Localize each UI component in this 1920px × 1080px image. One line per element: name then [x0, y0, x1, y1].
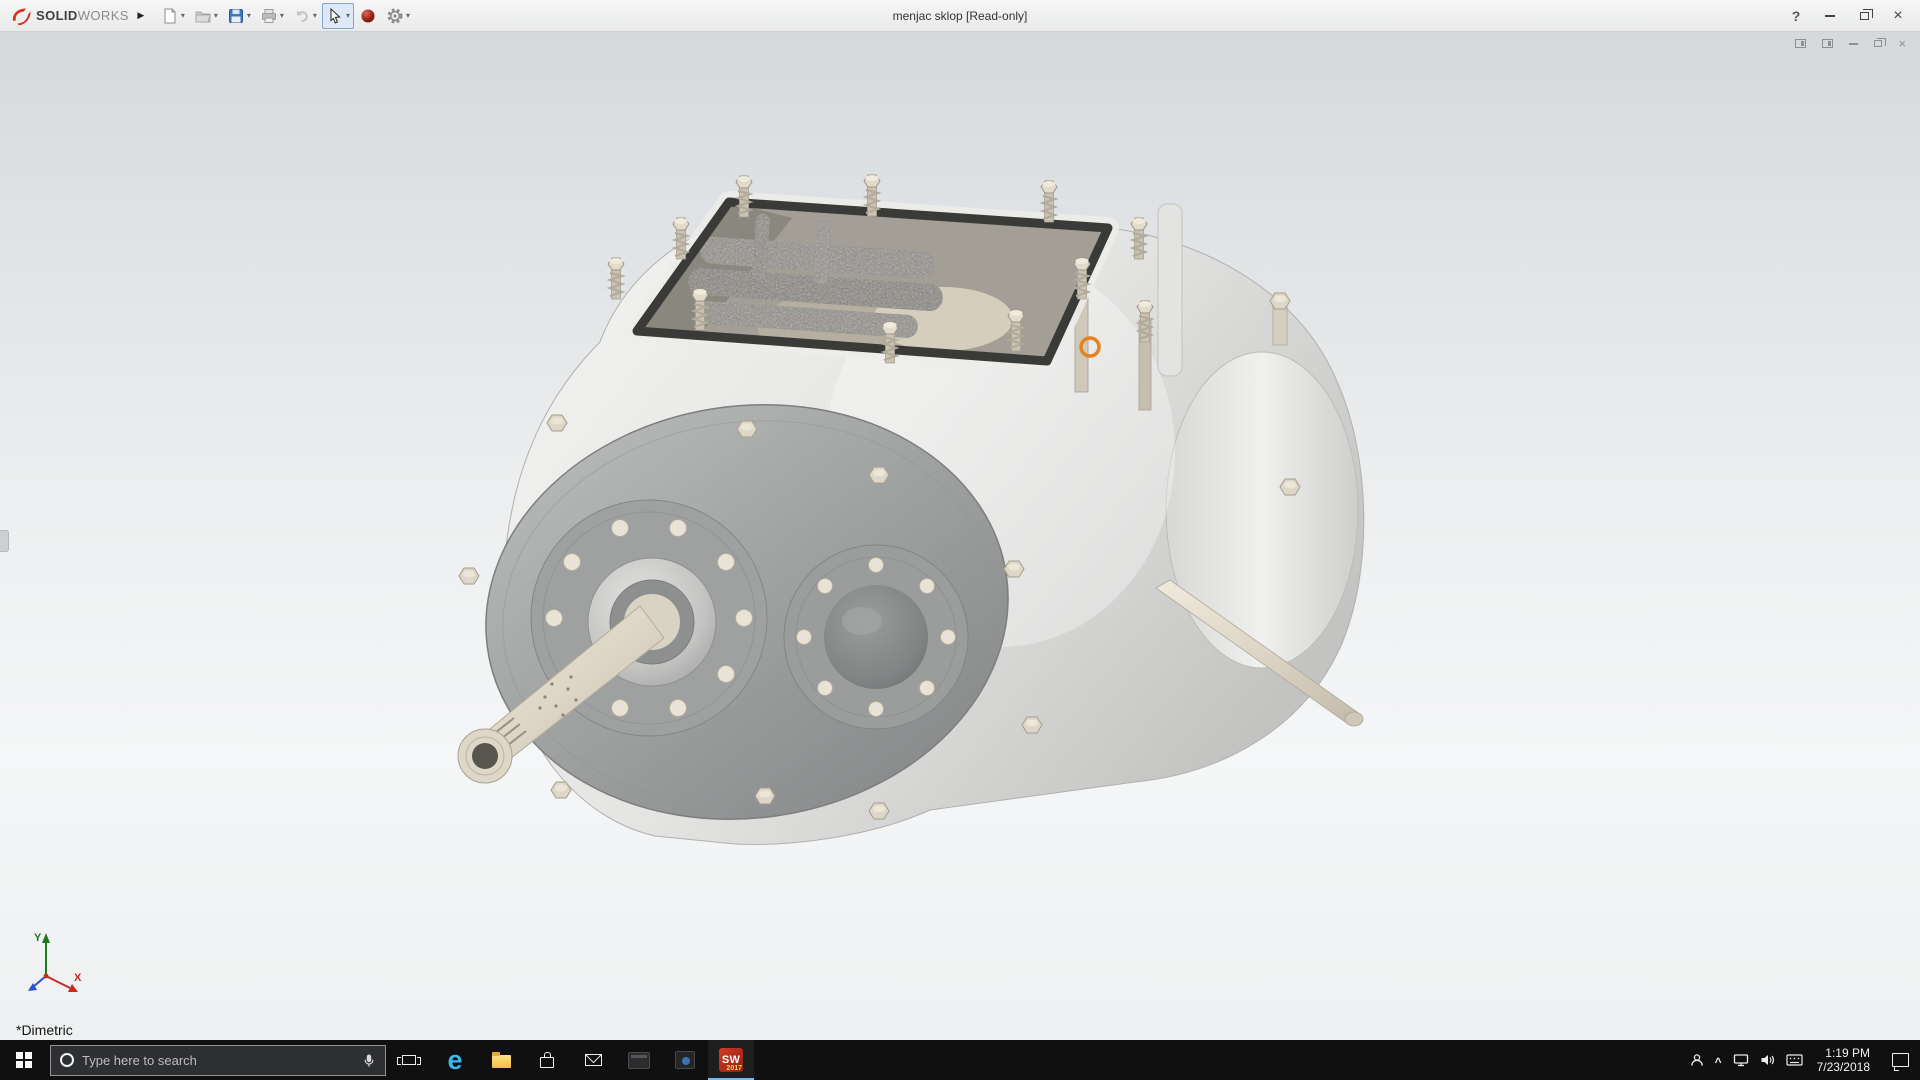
- gear-icon: [387, 8, 403, 23]
- triad-y-label: Y: [34, 932, 42, 944]
- minimize-icon: [1825, 14, 1835, 17]
- solidworks-ds-mark-icon: [12, 8, 31, 25]
- clock-date: 7/23/2018: [1816, 1060, 1870, 1074]
- clock-time: 1:19 PM: [1825, 1046, 1870, 1060]
- microphone-icon[interactable]: [362, 1053, 376, 1068]
- dropdown-caret-icon[interactable]: ▾: [181, 11, 185, 20]
- minimize-button[interactable]: [1814, 3, 1846, 29]
- system-tray: ^: [1690, 1053, 1803, 1069]
- select-tool-button[interactable]: ▾: [321, 2, 354, 29]
- gearbox-model[interactable]: [0, 32, 1920, 1040]
- volume-icon[interactable]: [1760, 1053, 1775, 1067]
- task-view-icon: [397, 1055, 421, 1065]
- end-cover[interactable]: [1165, 351, 1359, 669]
- menu-expand-arrow[interactable]: ▶: [133, 6, 149, 26]
- document-window-controls: ×: [1795, 37, 1906, 50]
- restore-button[interactable]: [1848, 3, 1880, 29]
- file-explorer-icon: [491, 1052, 511, 1068]
- domed-bearing-cover[interactable]: [783, 544, 969, 730]
- cortana-icon: [60, 1053, 74, 1067]
- pinned-app-icon-1: [628, 1051, 650, 1069]
- titlebar-window-controls: ? ×: [1780, 3, 1914, 29]
- taskbar-clock[interactable]: 1:19 PM 7/23/2018: [1807, 1046, 1880, 1074]
- taskbar-search-box[interactable]: [50, 1044, 386, 1076]
- taskbar-app-edge[interactable]: e: [432, 1040, 478, 1080]
- taskbar-app-solidworks[interactable]: SW 2017: [708, 1040, 754, 1080]
- taskbar-app-pinned-1[interactable]: [616, 1040, 662, 1080]
- network-icon[interactable]: [1733, 1053, 1749, 1067]
- save-floppy-icon: [228, 8, 243, 23]
- doc-restore-button[interactable]: [1874, 38, 1887, 47]
- action-center-button[interactable]: [1880, 1040, 1920, 1080]
- solidworks-app-icon: SW 2017: [719, 1048, 743, 1072]
- doc-restore-icon: [1874, 38, 1887, 47]
- undo-arrow-icon: [296, 10, 308, 22]
- doc-minimize-button[interactable]: [1849, 42, 1859, 45]
- taskbar: e SW 2017 ^: [0, 1040, 1920, 1080]
- open-button[interactable]: ▾: [190, 3, 222, 29]
- doc-minimize-icon: [1849, 42, 1859, 45]
- hex-cap[interactable]: [1269, 292, 1291, 310]
- titlebar: SOLIDWORKS ▶ ▾ ▾ ▾ ▾ ▾ ▾ ▾ menjac sklop …: [0, 0, 1920, 32]
- top-opening[interactable]: [626, 191, 1119, 372]
- print-button[interactable]: ▾: [256, 3, 288, 29]
- options-gear-button[interactable]: ▾: [382, 3, 414, 29]
- hex-cap[interactable]: [1279, 478, 1301, 496]
- solidworks-window: SOLIDWORKS ▶ ▾ ▾ ▾ ▾ ▾ ▾ ▾ menjac sklop …: [0, 0, 1920, 1080]
- taskbar-app-store[interactable]: [524, 1040, 570, 1080]
- restore-icon: [1859, 8, 1873, 20]
- pane-split-left-button[interactable]: [1795, 39, 1807, 48]
- doc-close-button[interactable]: ×: [1898, 37, 1906, 50]
- windows-logo-icon: [16, 1052, 32, 1068]
- new-document-icon: [164, 8, 176, 23]
- close-button[interactable]: ×: [1882, 3, 1914, 29]
- close-icon: ×: [1893, 6, 1903, 24]
- dropdown-caret-icon[interactable]: ▾: [247, 11, 251, 20]
- save-button[interactable]: ▾: [223, 3, 255, 29]
- dropdown-caret-icon[interactable]: ▾: [406, 11, 410, 20]
- task-view-button[interactable]: [386, 1040, 432, 1080]
- mail-envelope-icon: [584, 1054, 602, 1066]
- edge-icon: e: [447, 1045, 463, 1075]
- taskbar-app-pinned-2[interactable]: [662, 1040, 708, 1080]
- doc-close-icon: ×: [1898, 36, 1906, 51]
- undo-button[interactable]: ▾: [289, 3, 321, 29]
- taskbar-app-mail[interactable]: [570, 1040, 616, 1080]
- pane-left-icon: [1795, 39, 1807, 48]
- view-orientation-label: *Dimetric: [16, 1022, 73, 1038]
- store-bag-icon: [540, 1052, 554, 1068]
- pinned-app-icon-2: [675, 1051, 695, 1069]
- help-button[interactable]: ?: [1780, 3, 1812, 29]
- triad-x-label: X: [74, 972, 82, 984]
- taskbar-app-file-explorer[interactable]: [478, 1040, 524, 1080]
- print-icon: [261, 8, 276, 23]
- search-input[interactable]: [82, 1052, 354, 1068]
- orientation-triad: Y X: [28, 932, 82, 992]
- dropdown-caret-icon[interactable]: ▾: [280, 11, 284, 20]
- logo-text: SOLIDWORKS: [36, 7, 129, 23]
- pane-split-right-button[interactable]: [1822, 39, 1834, 48]
- appearance-sphere-button[interactable]: [355, 3, 381, 29]
- dropdown-caret-icon[interactable]: ▾: [346, 11, 350, 20]
- tray-overflow-chevron[interactable]: ^: [1715, 1055, 1722, 1069]
- touch-keyboard-icon[interactable]: [1786, 1054, 1803, 1066]
- dropdown-caret-icon[interactable]: ▾: [313, 11, 317, 20]
- document-title: menjac sklop [Read-only]: [892, 8, 1028, 23]
- appearance-sphere-icon: [361, 9, 375, 22]
- action-center-icon: [1891, 1053, 1909, 1071]
- solidworks-logo: SOLIDWORKS: [6, 6, 133, 26]
- standard-toolbar: ▾ ▾ ▾ ▾ ▾ ▾ ▾: [157, 2, 414, 29]
- open-folder-icon: [195, 11, 211, 22]
- new-document-button[interactable]: ▾: [157, 3, 189, 29]
- graphics-area[interactable]: × Y X *Dimetric: [0, 32, 1920, 1040]
- dropdown-caret-icon[interactable]: ▾: [214, 11, 218, 20]
- panel-collapse-handle[interactable]: [0, 530, 9, 552]
- select-cursor-icon: [330, 7, 341, 24]
- people-icon[interactable]: [1690, 1053, 1704, 1067]
- start-button[interactable]: [0, 1040, 48, 1080]
- pane-right-icon: [1822, 39, 1834, 48]
